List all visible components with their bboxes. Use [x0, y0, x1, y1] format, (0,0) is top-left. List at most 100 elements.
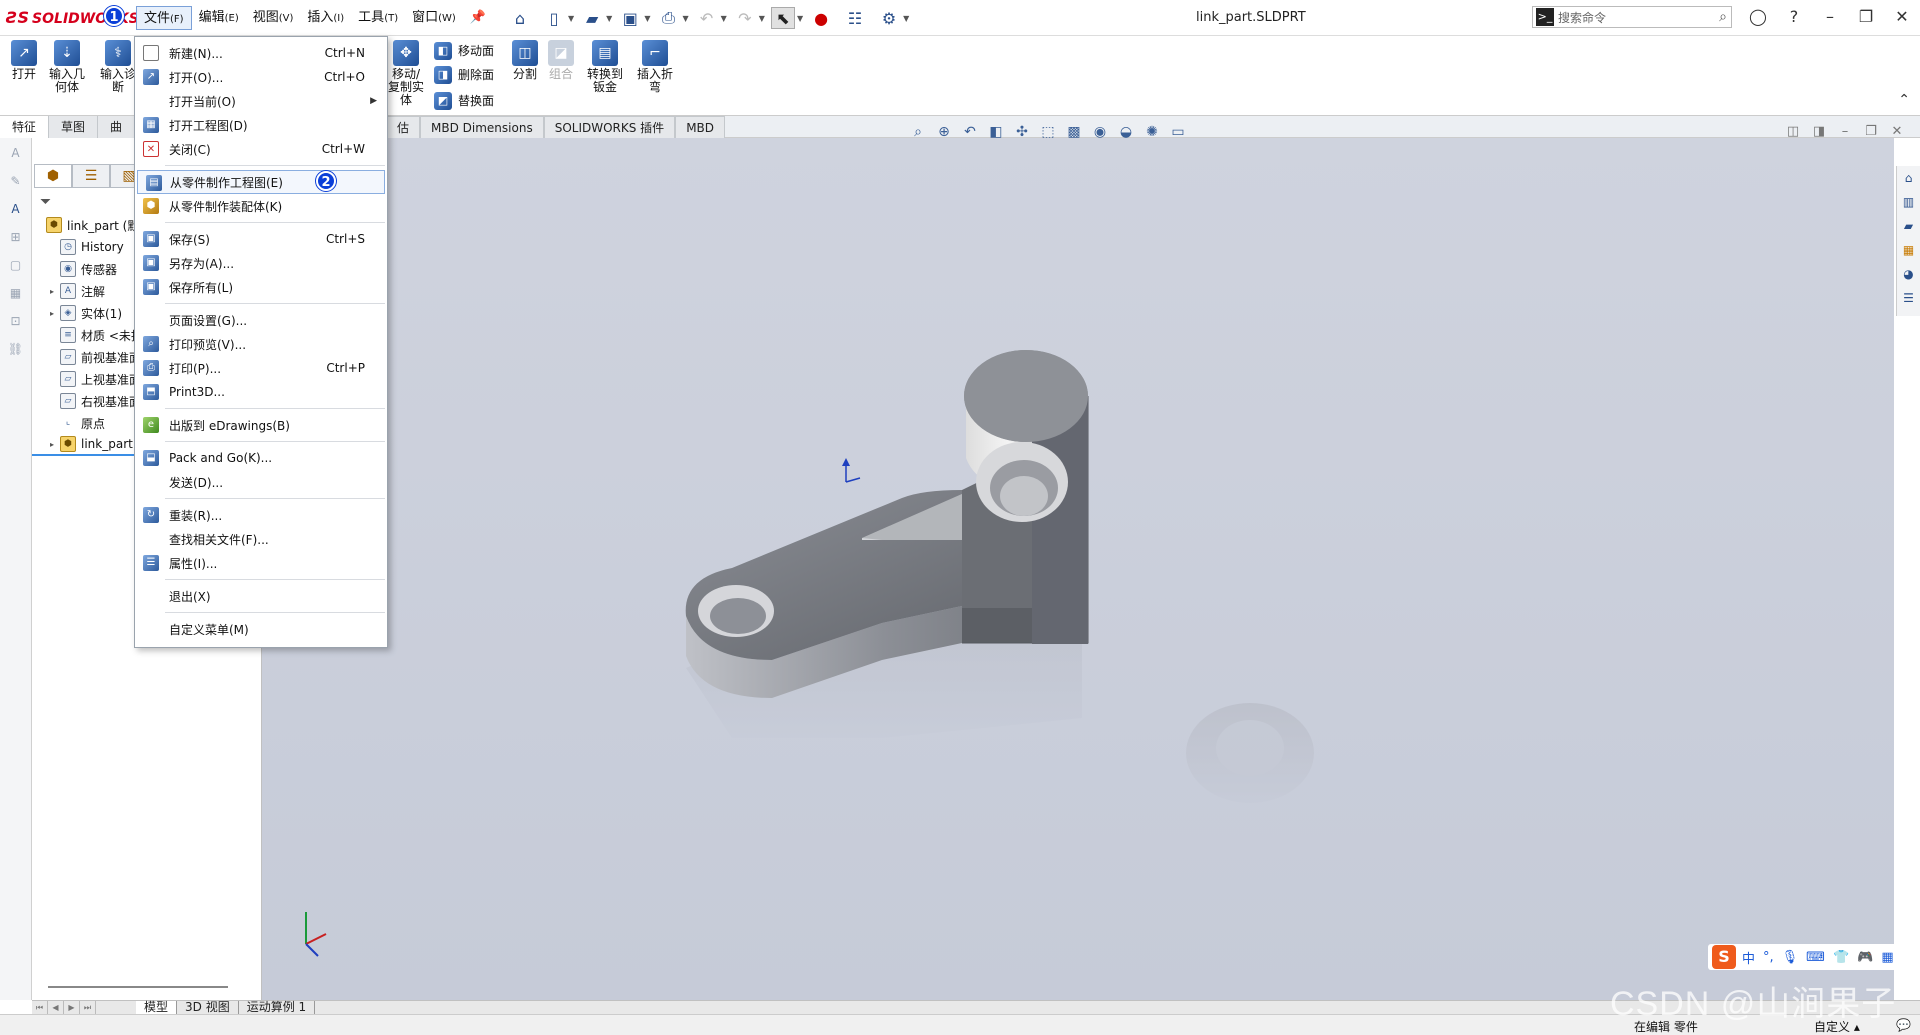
first-tab-icon[interactable]: ⏮ — [32, 1001, 48, 1015]
tab-features[interactable]: 特征 — [0, 116, 50, 138]
section-view-icon[interactable]: ◧ — [986, 122, 1006, 142]
move-face-button[interactable]: ◧ 移动面 — [434, 40, 494, 62]
chevron-down-icon[interactable]: ▼ — [797, 14, 803, 23]
menu-item-print[interactable]: ⎙ 打印(P)... Ctrl+P — [135, 356, 387, 380]
zoom-to-fit-icon[interactable]: ⌕ — [908, 122, 928, 142]
minimize-button[interactable]: – — [1812, 4, 1848, 30]
file-properties-icon[interactable]: ☷ — [843, 7, 867, 29]
search-input[interactable]: 搜索命令 — [1558, 9, 1719, 26]
view-settings-icon[interactable]: ▭ — [1168, 122, 1188, 142]
next-tab-icon[interactable]: ▶ — [64, 1001, 80, 1015]
feature-tree-tab-icon[interactable]: ⬢ — [34, 164, 72, 188]
previous-view-icon[interactable]: ↶ — [960, 122, 980, 142]
viewport-split-icon[interactable]: ◨ — [1806, 124, 1832, 139]
menu-item-save-as[interactable]: ▣ 另存为(A)... — [135, 251, 387, 275]
redo-icon[interactable]: ↷ — [733, 7, 757, 29]
menu-grid-icon[interactable]: ▦ — [1881, 950, 1893, 965]
import-geometry-button[interactable]: ⇣ 输入几何体 — [46, 40, 88, 94]
skin-icon[interactable]: 👕 — [1833, 950, 1849, 965]
convert-to-sheet-metal-button[interactable]: ▤ 转换到钣金 — [584, 40, 626, 94]
menu-view[interactable]: 视图(V) — [246, 6, 301, 30]
split-button[interactable]: ◫ 分割 — [510, 40, 540, 81]
menu-item-make-drawing-from-part[interactable]: ▤ 从零件制作工程图(E) 2 — [137, 170, 385, 194]
menu-item-save[interactable]: ▣ 保存(S) Ctrl+S — [135, 227, 387, 251]
undo-icon[interactable]: ↶ — [695, 7, 719, 29]
home-icon[interactable]: ⌂ — [1897, 166, 1920, 190]
horizontal-scrollbar[interactable] — [48, 986, 228, 988]
tab-mbd-dimensions[interactable]: MBD Dimensions — [420, 116, 544, 138]
menu-item-reload[interactable]: ↻ 重装(R)... — [135, 503, 387, 527]
viewport-restore-icon[interactable]: ❐ — [1858, 124, 1884, 139]
viewport-tile-icon[interactable]: ◫ — [1780, 124, 1806, 139]
gear-icon[interactable]: ⚙ — [877, 7, 901, 29]
replace-face-button[interactable]: ◩ 替换面 — [434, 90, 494, 112]
edit-appearance-icon[interactable]: ◒ — [1116, 122, 1136, 142]
chevron-down-icon[interactable]: ▼ — [644, 14, 650, 23]
keyboard-icon[interactable]: ⌨ — [1806, 950, 1825, 965]
view-palette-icon[interactable]: ▦ — [1897, 238, 1920, 262]
menu-item-new[interactable]: 新建(N)... Ctrl+N — [135, 41, 387, 65]
appearances-icon[interactable]: ◕ — [1897, 262, 1920, 286]
sketch-text-icon[interactable]: A — [6, 146, 26, 166]
menu-item-publish-edrawings[interactable]: e 出版到 eDrawings(B) — [135, 413, 387, 437]
chevron-down-icon[interactable]: ▼ — [606, 14, 612, 23]
search-icon[interactable]: ⌕ — [1719, 9, 1727, 25]
menu-edit[interactable]: 编辑(E) — [192, 6, 246, 30]
help-icon[interactable]: ? — [1776, 4, 1812, 30]
prev-tab-icon[interactable]: ◀ — [48, 1001, 64, 1015]
graphics-viewport[interactable] — [262, 138, 1894, 1000]
combine-button[interactable]: ◪ 组合 — [546, 40, 576, 81]
chat-icon[interactable]: 💬 — [1896, 1018, 1911, 1032]
custom-properties-icon[interactable]: ☰ — [1897, 286, 1920, 310]
sketch-tool-icon[interactable]: ✎ — [6, 174, 26, 194]
dynamic-annotation-icon[interactable]: ✣ — [1012, 122, 1032, 142]
menu-item-properties[interactable]: ☰ 属性(I)... — [135, 551, 387, 575]
filter-icon[interactable]: ⏷ — [40, 194, 51, 210]
search-commands[interactable]: >_ 搜索命令 ⌕ — [1532, 6, 1732, 28]
menu-item-open-current[interactable]: 打开当前(O) ▶ — [135, 89, 387, 113]
tab-3d-view[interactable]: 3D 视图 — [177, 1001, 239, 1015]
chevron-down-icon[interactable]: ▼ — [568, 14, 574, 23]
menu-insert[interactable]: 插入(I) — [300, 6, 351, 30]
tab-evaluate[interactable]: 估 — [386, 116, 421, 138]
tab-surfaces[interactable]: 曲 — [98, 116, 136, 138]
game-icon[interactable]: 🎮 — [1857, 950, 1873, 965]
chevron-down-icon[interactable]: ▼ — [759, 14, 765, 23]
hole-table-icon[interactable]: ⊡ — [6, 314, 26, 334]
sogou-logo-icon[interactable]: S — [1712, 945, 1736, 969]
menu-item-print-preview[interactable]: ⌕ 打印预览(V)... — [135, 332, 387, 356]
menu-tools[interactable]: 工具(T) — [351, 6, 405, 30]
viewport-close-icon[interactable]: ✕ — [1884, 124, 1910, 139]
tab-sketch[interactable]: 草图 — [49, 116, 99, 138]
tab-solidworks-addins[interactable]: SOLIDWORKS 插件 — [543, 116, 676, 138]
table-icon[interactable]: ▦ — [6, 286, 26, 306]
menu-file[interactable]: 文件(F) — [136, 6, 192, 30]
design-library-icon[interactable]: ▥ — [1897, 190, 1920, 214]
user-icon[interactable]: ◯ — [1740, 4, 1776, 30]
menu-item-customize-menu[interactable]: 自定义菜单(M) — [135, 617, 387, 641]
note-icon[interactable]: ▢ — [6, 258, 26, 278]
display-style-icon[interactable]: ▩ — [1064, 122, 1084, 142]
menu-item-pack-and-go[interactable]: ⬓ Pack and Go(K)... — [135, 446, 387, 470]
dimension-icon[interactable]: ⊞ — [6, 230, 26, 250]
chevron-down-icon[interactable]: ▼ — [682, 14, 688, 23]
menu-item-find-references[interactable]: 查找相关文件(F)... — [135, 527, 387, 551]
link-icon[interactable]: ⛓ — [6, 342, 26, 362]
menu-item-exit[interactable]: 退出(X) — [135, 584, 387, 608]
menu-item-send[interactable]: 发送(D)... — [135, 470, 387, 494]
menu-item-open[interactable]: ↗ 打开(O)... Ctrl+O — [135, 65, 387, 89]
chevron-down-icon[interactable]: ▼ — [903, 14, 909, 23]
microphone-icon[interactable]: 🎙 — [1782, 950, 1799, 965]
print-icon[interactable]: ⎙ — [656, 7, 680, 29]
menu-item-close[interactable]: ✕ 关闭(C) Ctrl+W — [135, 137, 387, 161]
move-copy-body-button[interactable]: ✥ 移动/复制实体 — [386, 40, 426, 107]
view-orientation-icon[interactable]: ⬚ — [1038, 122, 1058, 142]
menu-item-make-assembly-from-part[interactable]: ⬢ 从零件制作装配体(K) — [135, 194, 387, 218]
insert-bends-button[interactable]: ⌐ 插入折弯 — [634, 40, 676, 94]
save-icon[interactable]: ▣ — [618, 7, 642, 29]
delete-face-button[interactable]: ◨ 删除面 — [434, 64, 494, 86]
annotation-tool-icon[interactable]: A — [6, 202, 26, 222]
restore-button[interactable]: ❐ — [1848, 4, 1884, 30]
tab-motion-study[interactable]: 运动算例 1 — [239, 1001, 316, 1015]
home-icon[interactable]: ⌂ — [508, 7, 532, 29]
